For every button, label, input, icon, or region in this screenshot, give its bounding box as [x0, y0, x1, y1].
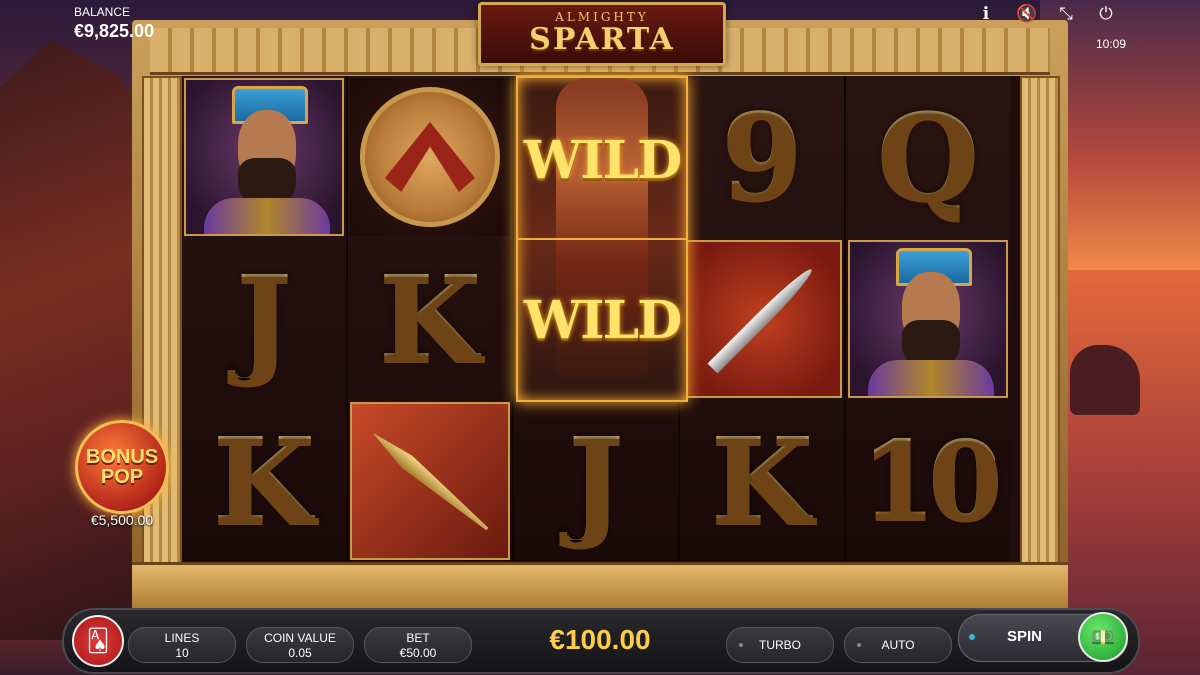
- symbol-j: J: [516, 402, 676, 560]
- coin-value-value: 0.05: [288, 646, 312, 660]
- symbol-letter: K: [710, 411, 814, 550]
- symbol-letter: 10: [860, 418, 1003, 544]
- lambda-emblem: [385, 122, 475, 192]
- bonus-amount: €5,500.00: [90, 512, 154, 528]
- right-column: [1020, 76, 1060, 566]
- symbol-k: K: [184, 402, 344, 560]
- symbol-k: K: [350, 240, 510, 398]
- symbol-spear: [350, 402, 510, 560]
- game-logo: ALMIGHTY SPARTA: [478, 2, 726, 66]
- bonus-line-2: POP: [100, 466, 144, 488]
- cards-icon: 🂡: [86, 628, 110, 653]
- spin-button[interactable]: 💵: [1078, 612, 1128, 662]
- coin-value-label: COIN VALUE: [264, 631, 336, 645]
- expanding-wild: WILD WILD: [516, 76, 688, 402]
- spear-icon: [367, 427, 492, 536]
- bet-value: €50.00: [399, 646, 437, 660]
- sound-muted-icon[interactable]: 🔇: [1016, 4, 1037, 24]
- frame-base: [132, 562, 1068, 613]
- king-robe: [868, 360, 994, 396]
- gamble-cards-button[interactable]: 🂡: [72, 615, 124, 667]
- reel-5: Q 10: [846, 76, 1010, 562]
- total-bet-display: €100.00: [549, 624, 651, 655]
- symbol-king: [848, 240, 1008, 398]
- turbo-indicator: [739, 643, 743, 647]
- lines-label: LINES: [164, 631, 200, 645]
- wild-label: WILD: [523, 130, 682, 191]
- reel-4: 9 K: [680, 76, 846, 562]
- power-icon[interactable]: ⏻: [1096, 4, 1116, 24]
- auto-indicator: [857, 643, 861, 647]
- symbol-letter: J: [568, 411, 624, 550]
- symbol-letter: K: [212, 411, 316, 550]
- reel-1: J K: [182, 76, 348, 562]
- king-robe: [204, 198, 330, 234]
- symbol-letter: J: [236, 249, 292, 388]
- balance-label: BALANCE: [74, 5, 131, 19]
- reel-2: K: [348, 76, 514, 562]
- wild-divider: [518, 238, 686, 240]
- symbol-king: [184, 78, 344, 236]
- symbol-j: J: [184, 240, 344, 398]
- symbol-k: K: [682, 402, 842, 560]
- turbo-toggle[interactable]: TURBO: [726, 627, 834, 663]
- bonus-pop-badge: BONUS POP: [75, 420, 169, 514]
- background-rock: [1070, 345, 1140, 415]
- symbol-9: 9: [682, 78, 842, 236]
- symbol-q: Q: [848, 78, 1008, 236]
- lines-control[interactable]: LINES 10: [128, 627, 236, 663]
- info-icon[interactable]: ℹ: [976, 4, 996, 24]
- bonus-line-1: BONUS: [85, 446, 159, 468]
- bet-control[interactable]: BET €50.00: [364, 627, 472, 663]
- fullscreen-icon[interactable]: ⤡: [1056, 4, 1076, 24]
- logo-title: SPARTA: [529, 22, 675, 57]
- bet-label: BET: [406, 631, 430, 645]
- symbol-letter: 9: [720, 87, 804, 226]
- money-stack-icon: 💵: [1090, 626, 1116, 649]
- lines-value: 10: [175, 646, 189, 660]
- symbol-letter: K: [378, 249, 482, 388]
- symbol-shield: [350, 78, 510, 236]
- bonus-pop-jackpot: BONUS POP €5,500.00: [74, 420, 170, 530]
- clock: 10:09: [1095, 37, 1126, 51]
- wild-label: WILD: [523, 290, 682, 351]
- balance-value: €9,825.00: [74, 21, 155, 41]
- sword-icon: [707, 264, 817, 374]
- coin-value-control[interactable]: COIN VALUE 0.05: [246, 627, 354, 663]
- symbol-sword: [682, 240, 842, 398]
- auto-toggle[interactable]: AUTO: [844, 627, 952, 663]
- symbol-letter: Q: [876, 87, 980, 226]
- top-right-icons: ℹ 🔇 ⤡ ⏻: [976, 4, 1116, 24]
- symbol-10: 10: [848, 402, 1008, 560]
- spin-label: SPIN: [1007, 628, 1043, 645]
- shield-icon: [360, 87, 500, 227]
- spin-indicator: [969, 634, 975, 640]
